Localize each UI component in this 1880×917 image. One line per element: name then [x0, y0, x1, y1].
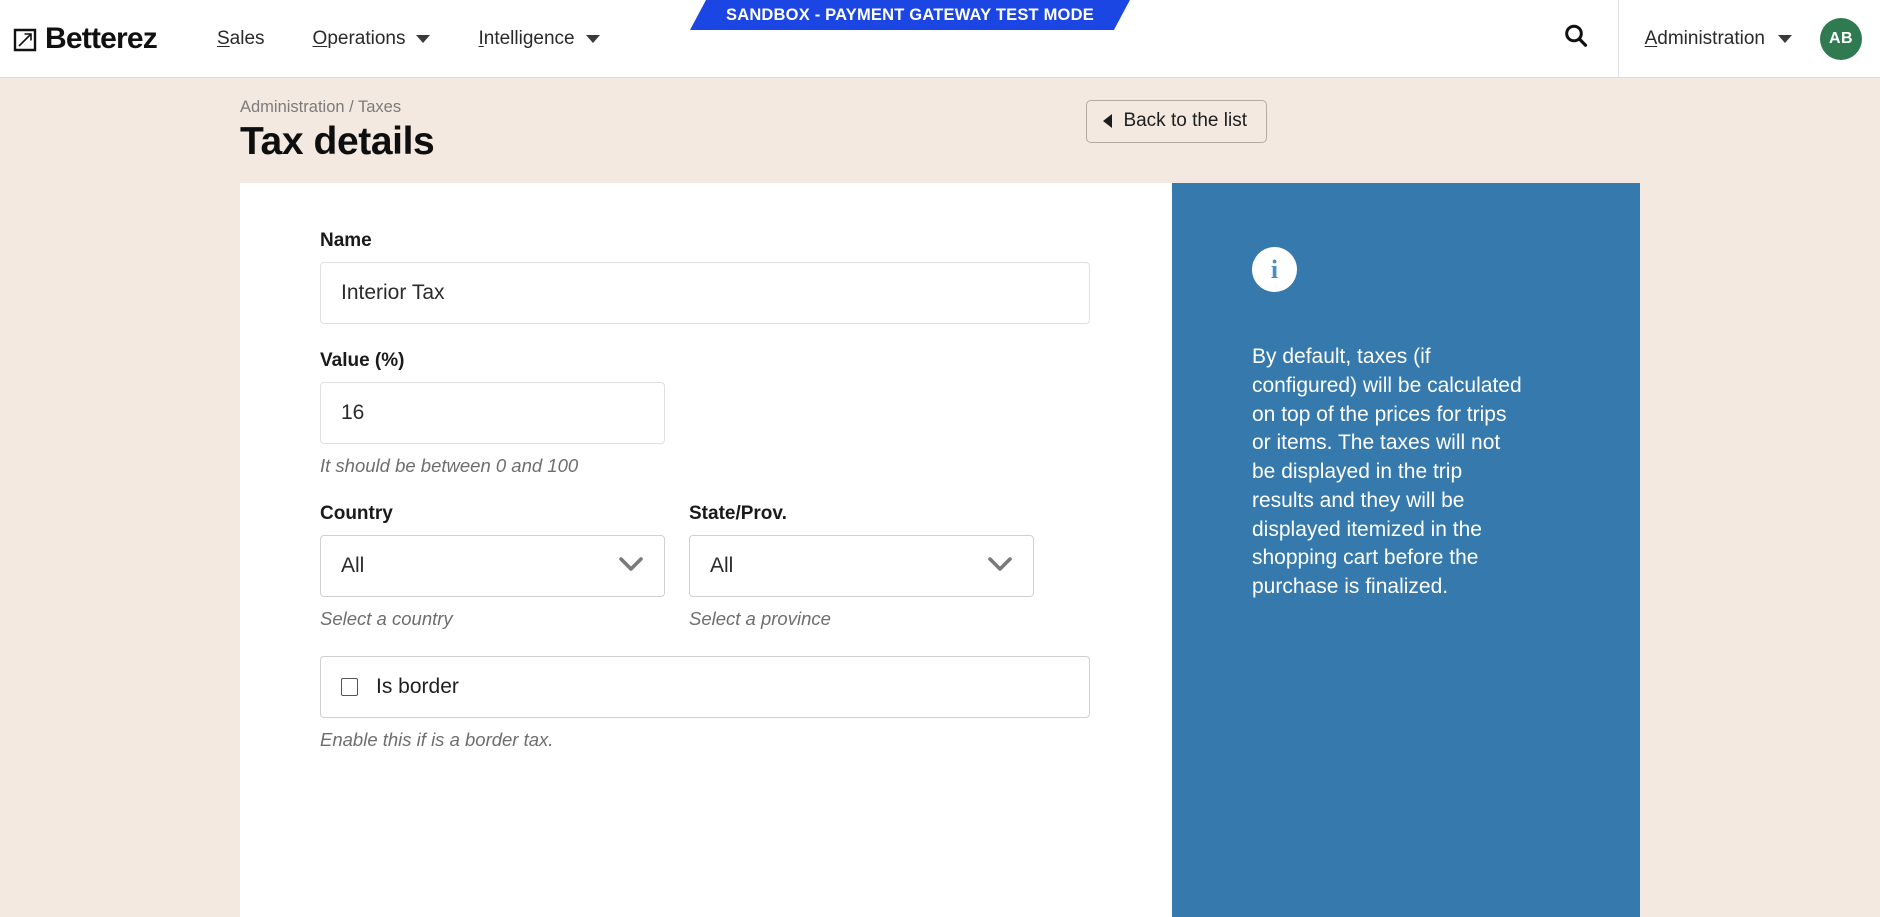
value-label: Value (%) — [320, 350, 405, 371]
back-to-list-label: Back to the list — [1123, 110, 1247, 131]
avatar[interactable]: AB — [1820, 17, 1862, 60]
search-icon — [1561, 21, 1591, 56]
nav-item-sales-label: Sales — [217, 28, 265, 50]
state-prov-field-group: State/Prov. All Select a province — [689, 503, 1034, 630]
name-label: Name — [320, 230, 372, 251]
country-select-value: All — [341, 554, 365, 577]
country-field-group: Country All Select a country — [320, 503, 665, 630]
location-field-row: Country All Select a country State/Prov.… — [320, 503, 1172, 630]
country-label: Country — [320, 503, 393, 524]
info-panel-text: By default, taxes (if configured) will b… — [1252, 345, 1522, 599]
arrow-up-right-square-logo-icon — [12, 26, 38, 52]
value-input[interactable]: 16 — [320, 382, 665, 444]
caret-left-icon — [1103, 114, 1113, 128]
tax-details-card: Name Interior Tax Value (%) 16 It should… — [240, 183, 1640, 917]
nav-accel-s: S — [216, 27, 230, 49]
nav-rest-sales: ales — [229, 27, 265, 49]
value-field-group: Value (%) 16 It should be between 0 and … — [320, 350, 1172, 477]
chevron-down-icon — [1778, 34, 1792, 43]
info-glyph: i — [1270, 254, 1279, 284]
administration-menu-label: Administration — [1645, 28, 1765, 50]
header-divider — [1617, 0, 1619, 78]
state-prov-select[interactable]: All — [689, 535, 1034, 597]
country-select[interactable]: All — [320, 535, 665, 597]
chevron-down-icon — [618, 554, 644, 578]
page-header: Administration / Taxes Tax details Back … — [0, 78, 1880, 183]
is-border-checkbox[interactable] — [341, 678, 358, 696]
nav-rest-intelligence: ntelligence — [483, 27, 575, 49]
is-border-label: Is border — [376, 675, 459, 698]
nav-item-operations[interactable]: Operations — [313, 28, 431, 50]
nav-item-operations-label: Operations — [313, 28, 406, 50]
name-input[interactable]: Interior Tax — [320, 262, 1090, 324]
nav-accel-o: O — [312, 27, 328, 49]
nav-item-intelligence-label: Intelligence — [478, 28, 574, 50]
nav-item-sales[interactable]: Sales — [217, 28, 265, 50]
main-navigation: Sales Operations Intelligence — [217, 28, 1544, 50]
nav-rest-operations: perations — [327, 27, 406, 49]
admin-accel-a: A — [1644, 27, 1658, 49]
info-panel: i By default, taxes (if configured) will… — [1172, 183, 1640, 917]
brand-logo[interactable]: Betterez — [0, 21, 158, 55]
is-border-row[interactable]: Is border — [320, 656, 1090, 718]
info-circle-icon: i — [1252, 247, 1297, 292]
chevron-down-icon — [585, 34, 600, 43]
search-button[interactable] — [1544, 0, 1608, 77]
header-right-group: Administration AB — [1544, 0, 1880, 78]
administration-menu[interactable]: Administration — [1645, 28, 1792, 50]
state-prov-label: State/Prov. — [689, 503, 787, 524]
state-prov-select-value: All — [710, 554, 734, 577]
name-field-group: Name Interior Tax — [320, 230, 1172, 324]
breadcrumb: Administration / Taxes — [240, 98, 402, 116]
country-hint: Select a country — [320, 608, 453, 629]
is-border-field-group: Is border Enable this if is a border tax… — [320, 656, 1172, 751]
state-prov-hint: Select a province — [689, 608, 831, 629]
is-border-hint: Enable this if is a border tax. — [320, 729, 554, 750]
top-header-bar: Betterez Sales Operations Intelligence S… — [0, 0, 1880, 78]
tax-details-form: Name Interior Tax Value (%) 16 It should… — [240, 183, 1172, 917]
sandbox-mode-banner: SANDBOX - PAYMENT GATEWAY TEST MODE — [690, 0, 1130, 30]
brand-name: Betterez — [45, 21, 158, 55]
page-title: Tax details — [240, 120, 435, 163]
chevron-down-icon — [987, 554, 1013, 578]
chevron-down-icon — [416, 34, 431, 43]
nav-item-intelligence[interactable]: Intelligence — [478, 28, 600, 50]
value-hint: It should be between 0 and 100 — [320, 455, 579, 476]
admin-rest: dministration — [1657, 27, 1765, 49]
back-to-list-button[interactable]: Back to the list — [1086, 100, 1267, 143]
